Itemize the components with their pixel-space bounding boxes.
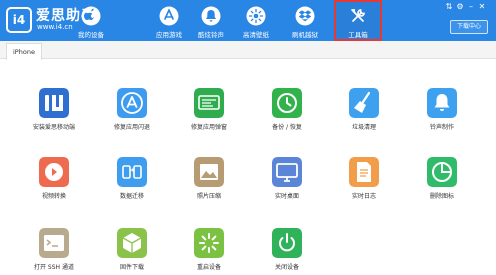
tool-install-i4-mobile[interactable]: 安装爱思移动端 [24, 88, 84, 131]
tool-label: 视频转换 [41, 193, 66, 200]
app-store-icon [159, 6, 179, 26]
tool-label: 修复应用闪退 [113, 124, 150, 131]
tool-label: 删除图标 [429, 193, 454, 200]
i4-logo-icon: i4 [6, 7, 32, 33]
tool-live-desktop[interactable]: 实时桌面 [257, 157, 317, 200]
cube-icon [117, 228, 147, 258]
i4-mobile-icon [39, 88, 69, 118]
terminal-icon [39, 228, 69, 258]
nav-label: 应用游戏 [156, 31, 182, 39]
pie-icon [427, 157, 457, 187]
video-icon [39, 157, 69, 187]
app-store-icon [117, 88, 147, 118]
wallpaper-icon [246, 6, 266, 26]
bell-icon [427, 88, 457, 118]
top-toolbar: i4 爱思助手 www.i4.cn 我的设备 应用游戏 酷炫铃声 高清壁纸 刷机… [0, 0, 496, 41]
restart-icon [194, 228, 224, 258]
broom-icon [349, 88, 379, 118]
network-icon[interactable]: ⇅ [444, 2, 454, 11]
nav-label: 高清壁纸 [243, 31, 269, 39]
tool-photo-compress[interactable]: 照片压缩 [179, 157, 239, 200]
nav-label: 刷机越狱 [292, 31, 318, 39]
tool-label: 固件下载 [119, 264, 144, 271]
tool-restart-device[interactable]: 重启设备 [179, 228, 239, 271]
tool-open-ssh[interactable]: 打开 SSH 通道 [24, 228, 84, 271]
download-center-button[interactable]: 下载中心 [449, 20, 488, 34]
tool-shutdown-device[interactable]: 关闭设备 [257, 228, 317, 271]
log-icon [349, 157, 379, 187]
tool-label: 关闭设备 [274, 264, 299, 271]
tool-delete-icons[interactable]: 删除图标 [412, 157, 472, 200]
tool-backup-restore[interactable]: 备份 / 恢复 [257, 88, 317, 131]
tool-firmware-download[interactable]: 固件下载 [102, 228, 162, 271]
tool-label: 数据迁移 [119, 193, 144, 200]
apple-icon [81, 6, 101, 26]
toolbox-icon [351, 8, 366, 22]
settings-icon[interactable]: ⚙ [455, 2, 465, 11]
tool-ringtone-maker[interactable]: 铃声制作 [412, 88, 472, 131]
nav-wallpapers[interactable]: 高清壁纸 [234, 0, 278, 41]
tool-fix-app-popup[interactable]: 修复应用弹窗 [179, 88, 239, 131]
device-tabbar: iPhone [0, 41, 496, 60]
tool-live-log[interactable]: 实时日志 [334, 157, 394, 200]
minimize-icon[interactable]: – [466, 2, 476, 11]
tool-fix-app-crash[interactable]: 修复应用闪退 [102, 88, 162, 131]
apple-id-icon [194, 88, 224, 118]
tool-label: 实时日志 [351, 193, 376, 200]
tool-data-migration[interactable]: 数据迁移 [102, 157, 162, 200]
tool-label: 修复应用弹窗 [190, 124, 227, 131]
photo-icon [194, 157, 224, 187]
backup-icon [272, 88, 302, 118]
tool-label: 垃圾清理 [351, 124, 376, 131]
nav-flash-jailbreak[interactable]: 刷机越狱 [283, 0, 327, 41]
monitor-icon [272, 157, 302, 187]
nav-label: 我的设备 [78, 31, 104, 39]
nav-label: 酷炫铃声 [198, 31, 224, 39]
nav-my-device[interactable]: 我的设备 [69, 0, 113, 41]
tool-junk-clean[interactable]: 垃圾清理 [334, 88, 394, 131]
brand-url: www.i4.cn [37, 23, 73, 31]
nav-label: 工具箱 [348, 31, 368, 39]
tool-video-convert[interactable]: 视频转换 [24, 157, 84, 200]
nav-toolbox[interactable]: 工具箱 [334, 0, 382, 41]
tool-label: 铃声制作 [429, 124, 454, 131]
tool-label: 照片压缩 [196, 193, 221, 200]
tab-iphone[interactable]: iPhone [6, 43, 42, 60]
bell-icon [201, 6, 221, 26]
migrate-icon [117, 157, 147, 187]
tool-label: 备份 / 恢复 [272, 124, 302, 131]
tool-label: 打开 SSH 通道 [34, 264, 74, 271]
nav-apps-games[interactable]: 应用游戏 [147, 0, 191, 41]
close-icon[interactable]: ✕ [477, 2, 487, 11]
tool-label: 重启设备 [196, 264, 221, 271]
tool-label: 实时桌面 [274, 193, 299, 200]
power-icon [272, 228, 302, 258]
dropbox-icon [295, 6, 315, 26]
tool-label: 安装爱思移动端 [32, 124, 75, 131]
nav-ringtones[interactable]: 酷炫铃声 [189, 0, 233, 41]
